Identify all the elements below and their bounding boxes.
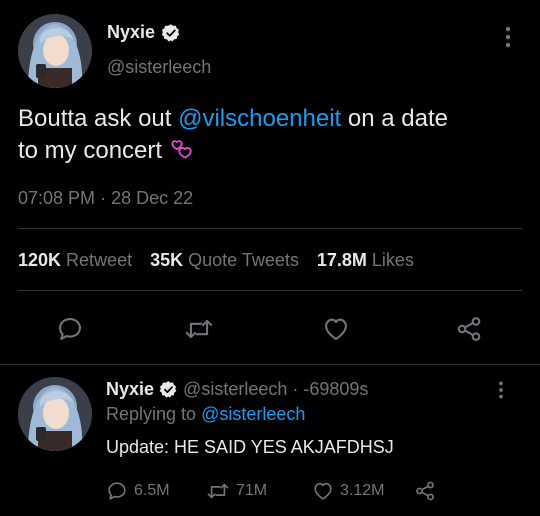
share-icon[interactable]: [455, 315, 483, 343]
divider: [18, 290, 522, 291]
replying-to: Replying to @sisterleech: [106, 404, 305, 425]
reply-count: 6.5M: [134, 482, 170, 499]
likes-count: 17.8M: [316, 250, 367, 270]
tweet-text-part: Boutta ask out: [18, 105, 179, 132]
retweet-icon[interactable]: [184, 315, 214, 343]
like-action[interactable]: 3.12M: [312, 480, 384, 502]
avatar[interactable]: [18, 14, 92, 88]
share-icon[interactable]: [414, 480, 436, 502]
two-hearts-icon: [171, 136, 193, 168]
divider: [18, 228, 522, 229]
retweets-stat[interactable]: 120K Retweet: [18, 250, 132, 271]
retweets-count: 120K: [18, 250, 62, 270]
tweet-stats: 120K Retweet 35K Quote Tweets 17.8M Like…: [18, 250, 414, 271]
separator-dot: ·: [100, 188, 107, 208]
retweet-icon: [206, 480, 230, 502]
replying-to-link[interactable]: @sisterleech: [201, 404, 305, 424]
quote-tweets-stat[interactable]: 35K Quote Tweets: [150, 250, 299, 271]
tweet-text: Boutta ask out @vilschoenheit on a date …: [18, 103, 523, 168]
avatar-image: [18, 377, 92, 451]
quote-tweets-label: Quote Tweets: [188, 250, 299, 270]
tweet-date: 28 Dec 22: [111, 188, 194, 208]
verified-badge-icon: [161, 23, 181, 43]
reply-action[interactable]: 6.5M: [106, 480, 170, 502]
quote-tweets-count: 35K: [150, 250, 184, 270]
like-count: 3.12M: [340, 482, 385, 499]
reply-handle-time[interactable]: @sisterleech · -69809s: [183, 379, 368, 400]
likes-stat[interactable]: 17.8M Likes: [317, 250, 414, 271]
tweet-text-part: to my concert: [18, 137, 163, 164]
author-handle[interactable]: @sisterleech: [107, 57, 211, 78]
more-options-icon[interactable]: [502, 25, 514, 49]
reply-icon[interactable]: [56, 315, 84, 343]
author-name[interactable]: Nyxie: [107, 22, 155, 43]
avatar[interactable]: [18, 377, 92, 451]
replying-to-label: Replying to: [106, 404, 197, 424]
reply-author-name[interactable]: Nyxie: [106, 379, 154, 400]
reply-text: Update: HE SAID YES AKJAFDHSJ: [106, 437, 394, 457]
like-icon: [312, 480, 334, 502]
verified-badge-icon: [159, 380, 178, 399]
divider: [0, 364, 540, 365]
mention-link[interactable]: @vilschoenheit: [178, 105, 341, 132]
likes-label: Likes: [371, 250, 414, 270]
reply-icon: [106, 480, 128, 502]
retweets-label: Retweet: [66, 250, 133, 270]
retweet-action[interactable]: 71M: [206, 480, 267, 502]
tweet-text-part: on a date: [341, 105, 448, 132]
retweet-count: 71M: [236, 482, 268, 499]
tweet-timestamp[interactable]: 07:08 PM · 28 Dec 22: [18, 188, 193, 209]
tweet-time: 07:08 PM: [18, 188, 96, 208]
like-icon[interactable]: [322, 315, 350, 343]
avatar-image: [18, 14, 92, 88]
more-options-icon[interactable]: [496, 380, 506, 400]
